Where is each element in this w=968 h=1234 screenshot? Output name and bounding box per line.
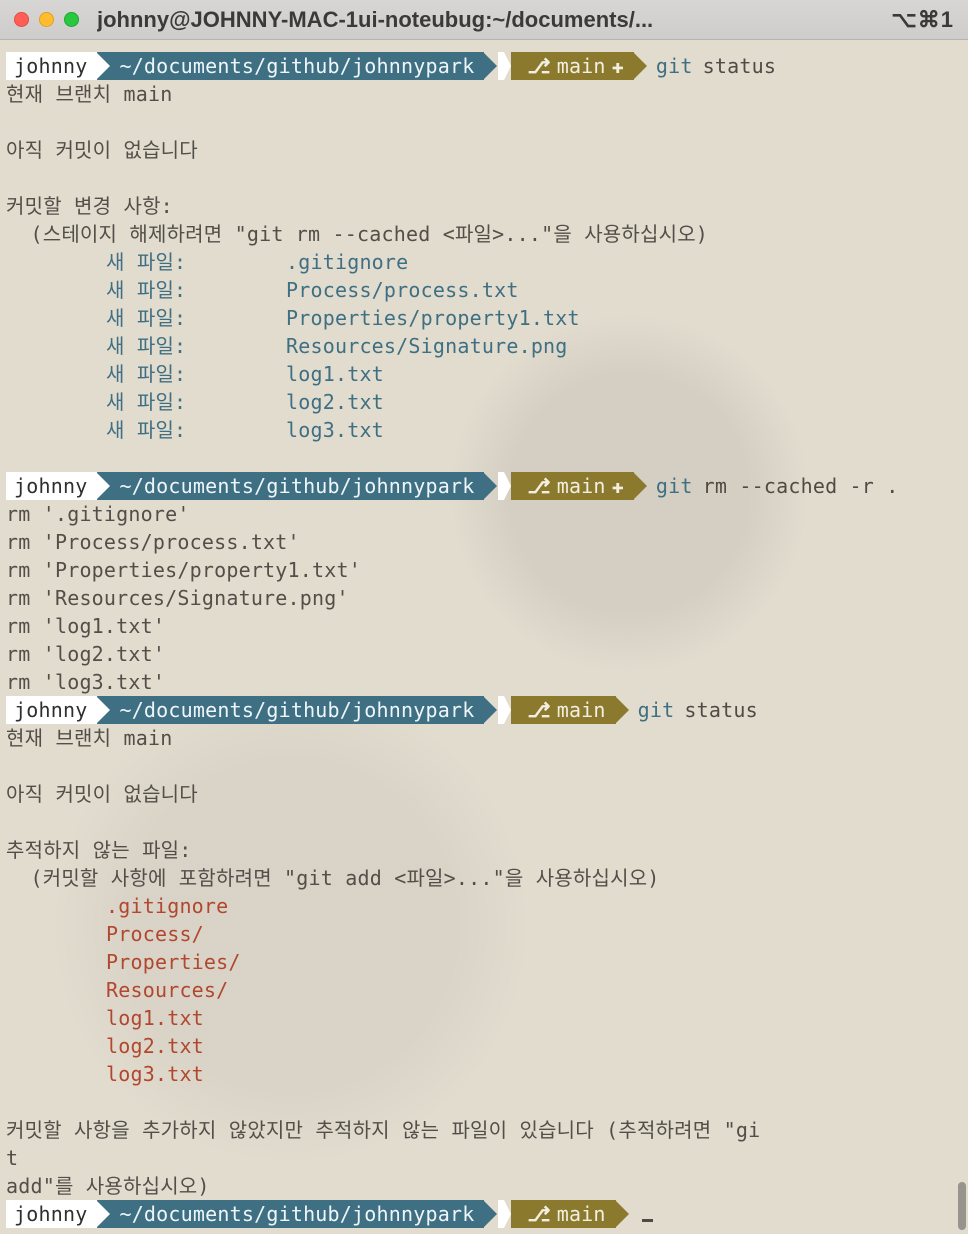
prompt-branch-segment: ⎇main✚ — [511, 472, 633, 500]
output-line: rm 'log2.txt' — [6, 640, 962, 668]
cmd-args: status — [703, 52, 776, 80]
output-line: 추적하지 않는 파일: — [6, 836, 962, 864]
command-input: git status — [634, 52, 776, 80]
prompt-branch-segment: ⎇main✚ — [511, 52, 633, 80]
prompt-user-segment: johnny — [6, 1200, 97, 1228]
command-input: gitrm --cached -r . — [634, 472, 899, 500]
output-line: rm 'log1.txt' — [6, 612, 962, 640]
file-label: 새 파일: — [106, 388, 286, 416]
file-name: Properties/ — [6, 948, 962, 976]
file-name: log3.txt — [6, 1060, 962, 1088]
scrollbar[interactable] — [958, 1182, 966, 1230]
file-label: 새 파일: — [106, 304, 286, 332]
prompt-branch: main — [557, 52, 606, 80]
window-shortcut: ⌥⌘1 — [891, 6, 954, 34]
cmd-args: status — [684, 696, 757, 724]
output-line: rm '.gitignore' — [6, 500, 962, 528]
output-line: rm 'Properties/property1.txt' — [6, 556, 962, 584]
window-title: johnny@JOHNNY-MAC-1ui-noteubug:~/documen… — [97, 6, 891, 34]
file-label: 새 파일: — [106, 332, 286, 360]
output-line: 커밋할 변경 사항: — [6, 192, 962, 220]
prompt-branch-segment: ⎇main — [511, 696, 615, 724]
file-label: 새 파일: — [106, 416, 286, 444]
cmd-git: git — [656, 52, 693, 80]
prompt-line-active[interactable]: johnny ~/documents/github/johnnypark ⎇ma… — [6, 1200, 962, 1228]
zoom-icon[interactable] — [64, 12, 79, 27]
prompt-path-segment: ~/documents/github/johnnypark — [97, 52, 484, 80]
file-name: log2.txt — [286, 390, 384, 414]
output-line: 현재 브랜치 main — [6, 724, 962, 752]
file-name: log1.txt — [6, 1004, 962, 1032]
cmd-args: rm --cached -r . — [703, 472, 899, 500]
file-name: .gitignore — [6, 892, 962, 920]
file-name: Process/process.txt — [286, 278, 519, 302]
file-name: Resources/Signature.png — [286, 334, 568, 358]
output-line: 현재 브랜치 main — [6, 80, 962, 108]
window-titlebar: johnny@JOHNNY-MAC-1ui-noteubug:~/documen… — [0, 0, 968, 40]
file-label: 새 파일: — [106, 276, 286, 304]
output-line: 아직 커밋이 없습니다 — [6, 780, 962, 808]
output-line: 커밋할 사항을 추가하지 않았지만 추적하지 않는 파일이 있습니다 (추적하려… — [6, 1116, 962, 1144]
untracked-files: .gitignore Process/ Properties/ Resource… — [6, 892, 962, 1088]
prompt-user-segment: johnny — [6, 696, 97, 724]
output-line: t — [6, 1144, 962, 1172]
prompt-user: johnny — [14, 52, 87, 80]
git-branch-icon: ⎇ — [527, 472, 550, 500]
prompt-user-segment: johnny — [6, 472, 97, 500]
file-name: log1.txt — [286, 362, 384, 386]
file-name: Properties/property1.txt — [286, 306, 580, 330]
prompt-user-segment: johnny — [6, 52, 97, 80]
prompt-path-segment: ~/documents/github/johnnypark — [97, 472, 484, 500]
prompt-line: johnny ~/documents/github/johnnypark ⎇ma… — [6, 696, 962, 724]
rm-output: rm '.gitignore' rm 'Process/process.txt'… — [6, 500, 962, 696]
file-label: 새 파일: — [106, 248, 286, 276]
git-branch-icon: ⎇ — [527, 52, 550, 80]
file-name: log3.txt — [286, 418, 384, 442]
cursor-icon — [642, 1219, 653, 1222]
output-line: rm 'Process/process.txt' — [6, 528, 962, 556]
output-line: 아직 커밋이 없습니다 — [6, 136, 962, 164]
prompt-path-segment: ~/documents/github/johnnypark — [97, 696, 484, 724]
prompt-line: johnny ~/documents/github/johnnypark ⎇ma… — [6, 52, 962, 80]
file-name: Resources/ — [6, 976, 962, 1004]
prompt-separator — [498, 52, 504, 80]
staged-files: 새 파일:.gitignore 새 파일:Process/process.txt… — [6, 248, 962, 444]
git-dirty-icon: ✚ — [612, 472, 624, 500]
minimize-icon[interactable] — [39, 12, 54, 27]
file-name: .gitignore — [286, 250, 408, 274]
prompt-path-segment: ~/documents/github/johnnypark — [97, 1200, 484, 1228]
git-branch-icon: ⎇ — [527, 696, 550, 724]
window-controls — [14, 12, 79, 27]
git-dirty-icon: ✚ — [612, 52, 624, 80]
prompt-line: johnny ~/documents/github/johnnypark ⎇ma… — [6, 472, 962, 500]
command-input: gitstatus — [616, 696, 758, 724]
file-name: log2.txt — [6, 1032, 962, 1060]
prompt-path: ~/documents/github/johnnypark — [119, 52, 474, 80]
output-line: rm 'Resources/Signature.png' — [6, 584, 962, 612]
file-label: 새 파일: — [106, 360, 286, 388]
terminal-pane[interactable]: johnny ~/documents/github/johnnypark ⎇ma… — [0, 40, 968, 1234]
prompt-separator — [498, 472, 504, 500]
git-branch-icon: ⎇ — [527, 1200, 550, 1228]
output-line: add"를 사용하십시오) — [6, 1172, 962, 1200]
output-line: rm 'log3.txt' — [6, 668, 962, 696]
prompt-separator — [498, 1200, 504, 1228]
prompt-branch-segment: ⎇main — [511, 1200, 615, 1228]
file-name: Process/ — [6, 920, 962, 948]
prompt-separator — [498, 696, 504, 724]
close-icon[interactable] — [14, 12, 29, 27]
output-line: (스테이지 해제하려면 "git rm --cached <파일>..."을 사… — [6, 220, 962, 248]
output-line: (커밋할 사항에 포함하려면 "git add <파일>..."을 사용하십시오… — [6, 864, 962, 892]
